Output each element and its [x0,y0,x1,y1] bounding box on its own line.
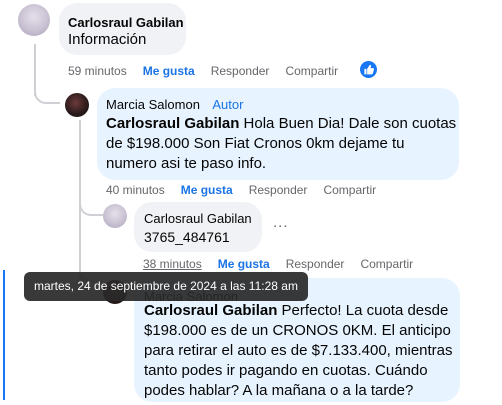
focus-marker-line [3,270,5,400]
timestamp-tooltip: martes, 24 de septiembre de 2024 a las 1… [24,272,308,301]
avatar[interactable] [18,4,50,36]
like-button[interactable]: Me gusta [143,64,195,78]
comment-time[interactable]: 59 minutos [68,64,127,78]
comment-text-line1: Hola Buen Dia! Dale son cuotas [243,115,457,132]
comment-author[interactable]: Marcia Salomon [106,97,200,112]
comment-actions: 40 minutos Me gusta Responder Compartir [106,183,392,197]
comment-bubble: Marcia Salomon Autor Carlosraul Gabilan … [97,88,459,180]
mention-link[interactable]: Carlosraul Gabilan [144,302,277,319]
avatar[interactable] [103,204,127,228]
comment-time[interactable]: 38 minutos [143,257,202,271]
share-button[interactable]: Compartir [285,64,338,78]
comment-text: Carlosraul Gabilan Hola Buen Dia! Dale s… [106,114,456,174]
reply-button[interactable]: Responder [211,64,270,78]
comment-text-line4: tanto podes ir pagando en cuotas. Cuándo [144,362,428,379]
comment-bubble: Carlosraul Gabilan Información [59,3,186,55]
comment-text-line3: numero asi te paso info. [106,155,267,172]
like-button[interactable]: Me gusta [218,257,270,271]
comment-text: Información [68,31,147,48]
author-badge: Autor [212,97,244,112]
thread-connector-1 [34,82,60,104]
comment-text-line2: de $198.000 Son Fiat Cronos 0km dejame t… [106,135,405,152]
like-button[interactable]: Me gusta [181,183,233,197]
comment-text-line5: podes hablar? A la mañana o a la tarde? [144,382,414,399]
comment-bubble: Carlosraul Gabilan 3765_484761 [134,202,262,252]
comment-author[interactable]: Carlosraul Gabilan [68,15,184,30]
thread-connector-2 [79,196,103,216]
reply-button[interactable]: Responder [249,183,308,197]
comment-text-line1: Perfecto! La cuota desde [281,302,449,319]
comment-author[interactable]: Carlosraul Gabilan [144,211,252,226]
share-button[interactable]: Compartir [323,183,376,197]
avatar[interactable] [65,93,89,117]
comment-text-line3: para retirar el auto es de $7.133.400, m… [144,342,453,359]
like-reaction-icon[interactable] [360,61,377,78]
comment-text: Carlosraul Gabilan Perfecto! La cuota de… [144,301,453,401]
comment-time[interactable]: 40 minutos [106,183,165,197]
share-button[interactable]: Compartir [360,257,413,271]
comment-text-line2: $198.000 es de un CRONOS 0KM. El anticip… [144,322,451,339]
comment-actions: 38 minutos Me gusta Responder Compartir [143,257,429,271]
reply-button[interactable]: Responder [286,257,345,271]
more-options-button[interactable]: ... [273,214,289,231]
comment-actions: 59 minutos Me gusta Responder Compartir [68,64,354,78]
comment-text: 3765_484761 [144,229,230,245]
mention-link[interactable]: Carlosraul Gabilan [106,115,239,132]
